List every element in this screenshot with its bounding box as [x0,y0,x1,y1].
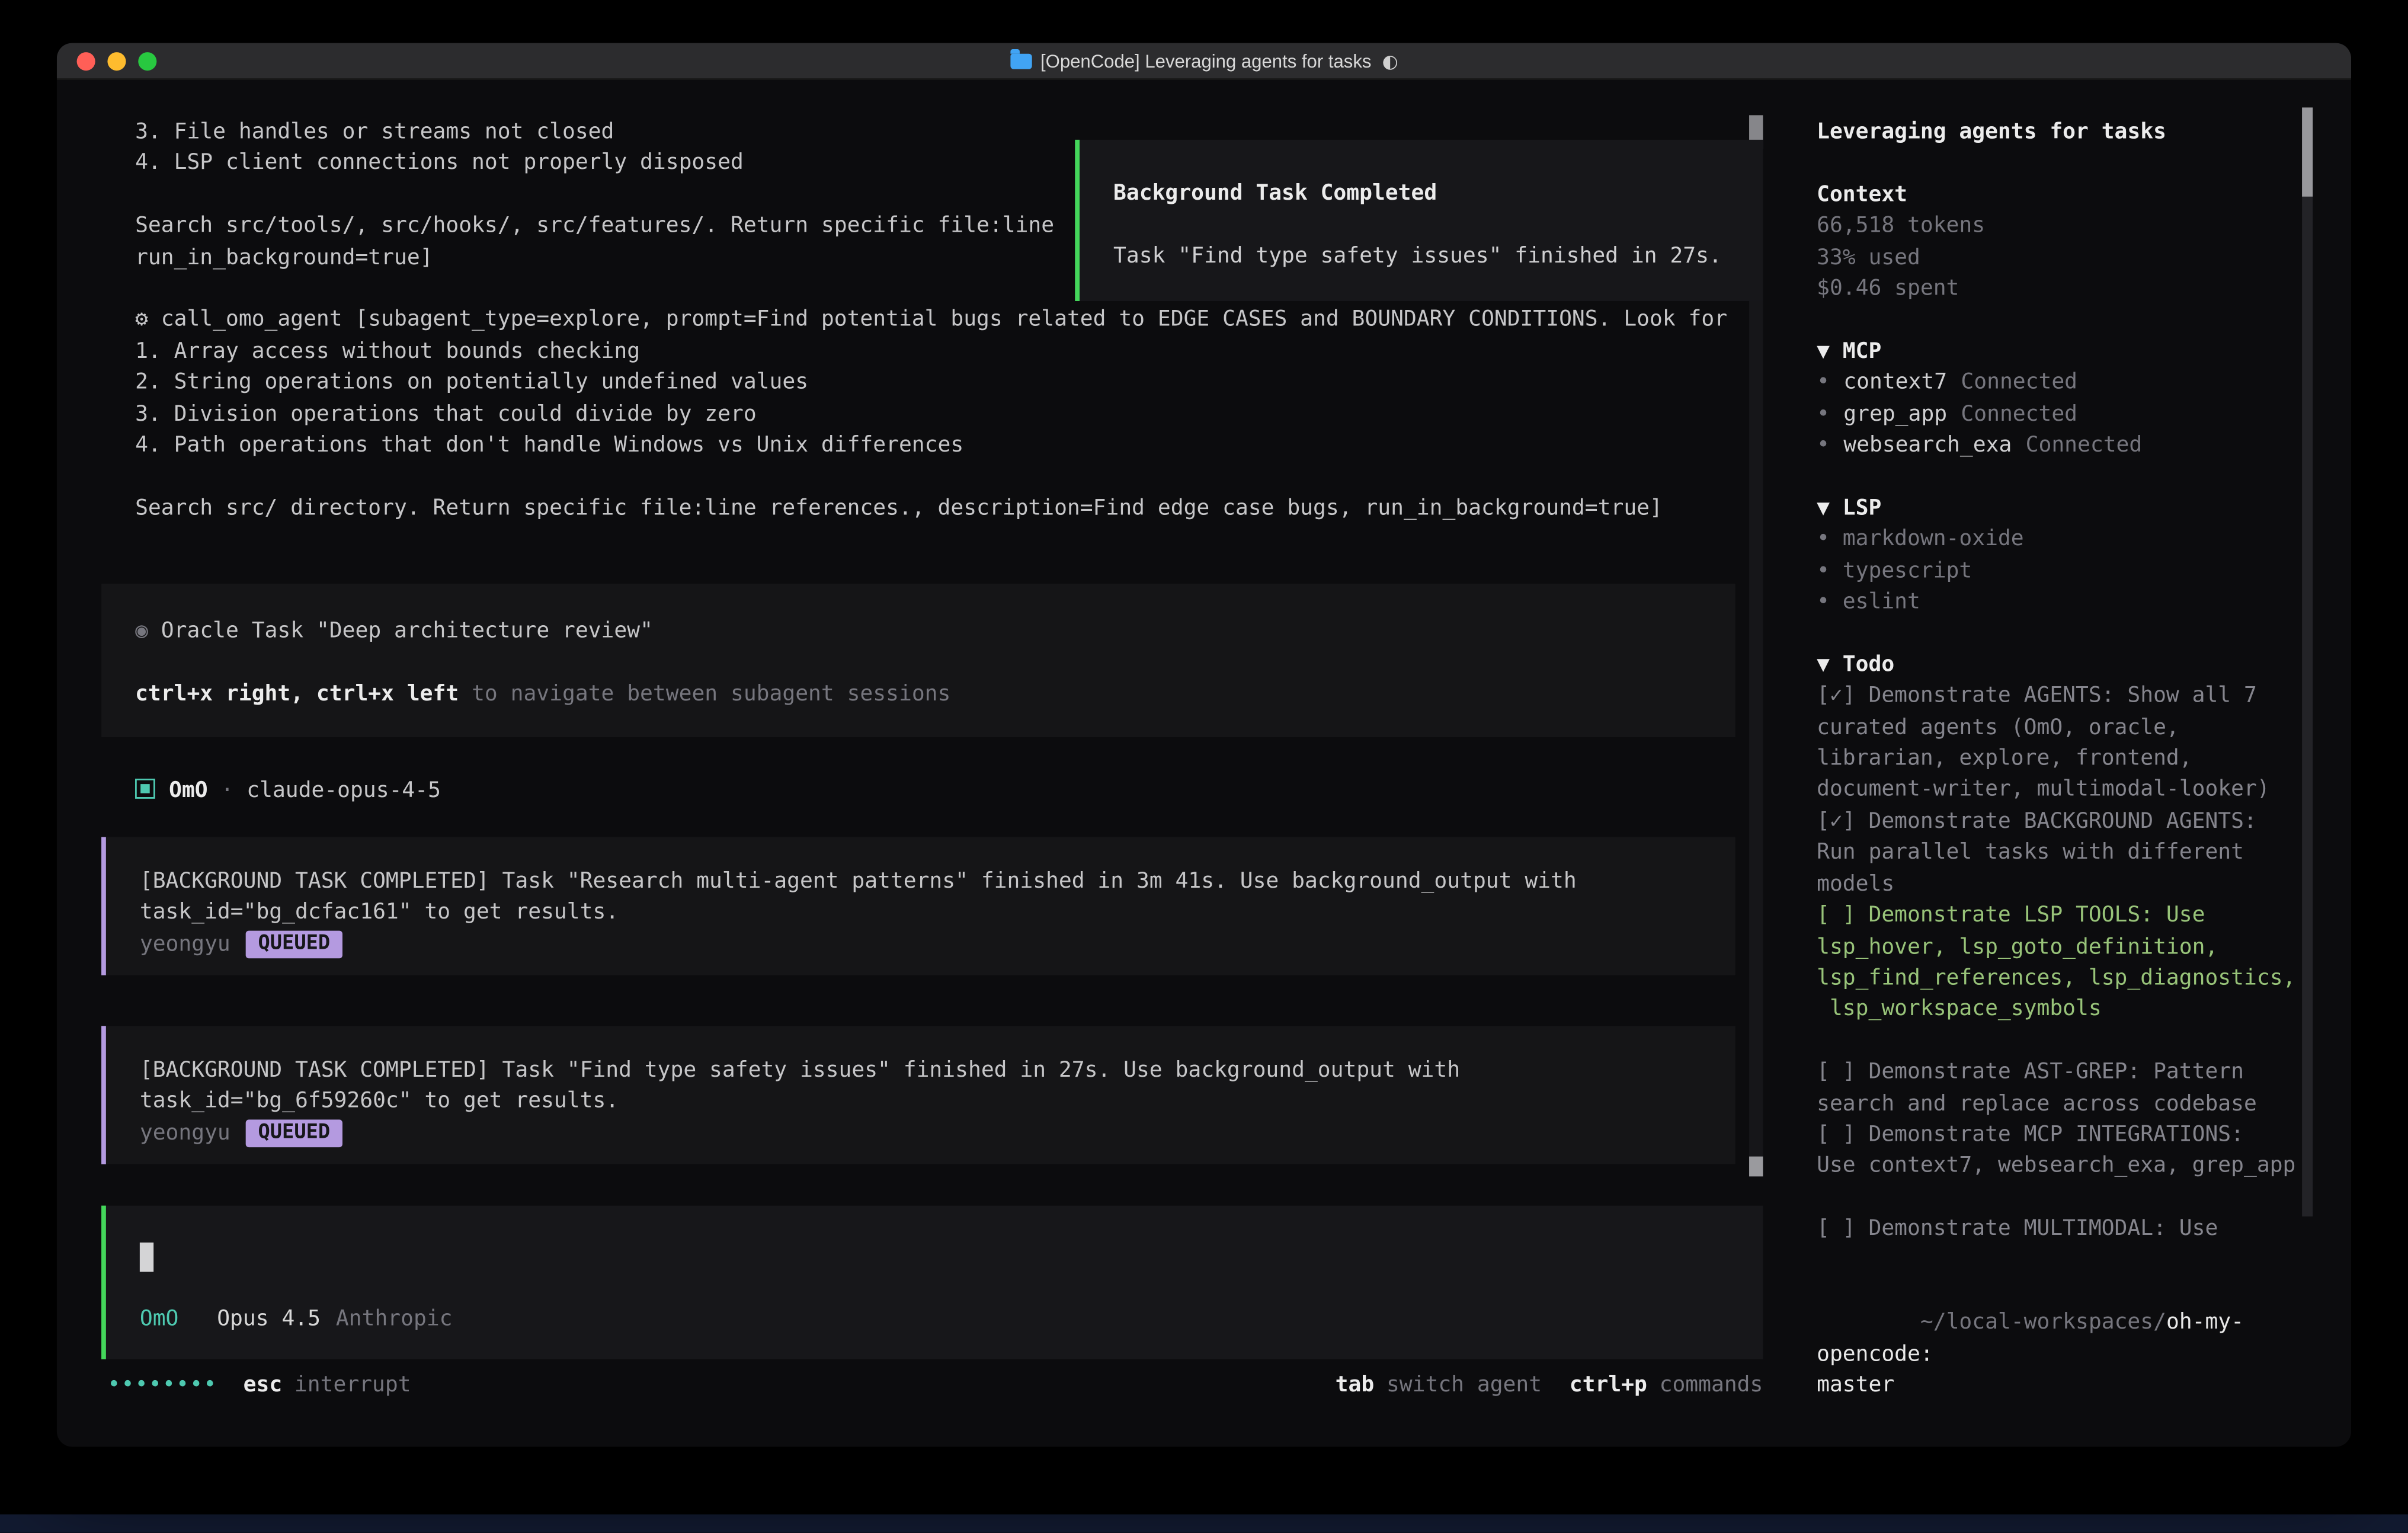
todo-item-done: [✓] Demonstrate AGENTS: Show all 7 curat… [1817,681,2311,806]
prompt-input[interactable]: OmO Opus 4.5 Anthropic [101,1206,1763,1359]
status-bar: •••••••• esc interrupt tab switch agent … [107,1370,1763,1401]
todo-section-heading[interactable]: ▼ Todo [1817,649,2311,681]
spinner-icon: ◐ [1382,46,1398,77]
scrollbar-bottom-thumb[interactable] [1749,1157,1763,1177]
agent-name: OmO [169,779,208,803]
tab-key-hint: tab [1336,1370,1375,1401]
workspace-path: ~/local-workspaces/oh-my-opencode: maste… [1817,1276,2311,1433]
sidebar-scrollbar[interactable] [2302,107,2313,1216]
mcp-item: • grep_app Connected [1817,399,2311,430]
folder-icon [1010,54,1031,69]
sidebar-scrollbar-thumb[interactable] [2302,107,2313,196]
toast-body: Task "Find type safety issues" finished … [1113,241,1763,272]
sidebar: Leveraging agents for tasks Context 66,5… [1817,117,2311,1446]
input-footer: OmO Opus 4.5 Anthropic [140,1304,453,1335]
window-title-wrap: [OpenCode] Leveraging agents for tasks ◐ [57,43,2351,80]
esc-key-label: interrupt [294,1370,411,1401]
background-task-toast: Background Task Completed Task "Find typ… [1075,140,1763,301]
bullet-icon: • [1817,433,1830,457]
desktop-bottom-strip [0,1515,2408,1533]
terminal-window: [OpenCode] Leveraging agents for tasks ◐… [57,43,2351,1447]
oracle-nav-hint: ctrl+x right, ctrl+x left to navigate be… [135,679,1735,710]
message-card: [BACKGROUND TASK COMPLETED] Task "Find t… [101,1026,1735,1164]
todo-item-pending: [ ] Demonstrate AST-GREP: Pattern search… [1817,1057,2311,1119]
todo-item-done: [✓] Demonstrate BACKGROUND AGENTS: Run p… [1817,806,2311,900]
mcp-section-heading[interactable]: ▼ MCP [1817,336,2311,367]
input-model-label: Opus 4.5 [217,1307,321,1332]
zoom-button[interactable] [138,52,156,71]
todo-item-active: [ ] Demonstrate LSP TOOLS: Use lsp_hover… [1817,900,2311,1026]
lsp-item: • markdown-oxide [1817,524,2311,555]
hint-text: to navigate between subagent sessions [459,681,950,706]
mcp-item: • websearch_exa Connected [1817,430,2311,462]
tab-key-label: switch agent [1386,1370,1542,1401]
bullet-icon: • [1817,402,1830,426]
input-agent-label: OmO [140,1307,179,1332]
titlebar: [OpenCode] Leveraging agents for tasks ◐ [57,43,2351,80]
lsp-item: • eslint [1817,587,2311,618]
message-meta: yeongyu QUEUED [140,1118,1735,1149]
statusbar-right: tab switch agent ctrl+p commands [1336,1370,1763,1401]
message-card: [BACKGROUND TASK COMPLETED] Task "Resear… [101,837,1735,975]
mcp-name: context7 [1843,370,1947,395]
record-icon: ◉ [135,619,148,643]
mcp-item: • context7 Connected [1817,367,2311,399]
message-meta: yeongyu QUEUED [140,929,1735,961]
separator-dot: · [221,779,234,803]
lsp-section-heading[interactable]: ▼ LSP [1817,493,2311,524]
queued-badge: QUEUED [246,1119,342,1147]
hint-keys: ctrl+x right, ctrl+x left [135,681,459,706]
text-cursor [140,1243,153,1272]
omo-agent-icon [135,779,155,799]
queued-badge: QUEUED [246,930,342,958]
oracle-task-title-row: ◉ Oracle Task "Deep architecture review" [135,616,1735,647]
todo-item-pending: [ ] Demonstrate MCP INTEGRATIONS: Use co… [1817,1119,2311,1182]
mcp-name: websearch_exa [1843,433,2012,457]
progress-dots: •••••••• [107,1370,217,1401]
context-stats: 66,518 tokens 33% used $0.46 spent [1817,211,2311,305]
mcp-status: Connected [1961,402,2077,426]
commands-key-hint: ctrl+p [1570,1370,1647,1401]
lsp-item: • typescript [1817,555,2311,587]
window-title: [OpenCode] Leveraging agents for tasks [1040,46,1371,77]
message-text: [BACKGROUND TASK COMPLETED] Task "Find t… [140,1055,1735,1118]
input-provider-label: Anthropic [336,1307,453,1332]
minimize-button[interactable] [107,52,126,71]
mcp-status: Connected [1961,370,2077,395]
workspace-path-prefix: ~/local-workspaces/ [1920,1311,2166,1335]
toast-title: Background Task Completed [1113,178,1763,210]
agent-model: claude-opus-4-5 [246,779,441,803]
bullet-icon: • [1817,370,1830,395]
mcp-name: grep_app [1843,402,1947,426]
oracle-task-title: Oracle Task "Deep architecture review" [148,619,653,643]
message-author: yeongyu [140,1121,230,1145]
traffic-lights [77,52,157,71]
desktop: [OpenCode] Leveraging agents for tasks ◐… [0,0,2408,1533]
mcp-status: Connected [2026,433,2143,457]
esc-key-hint: esc [244,1370,283,1401]
commands-key-label: commands [1660,1370,1763,1401]
context-heading: Context [1817,180,2311,211]
close-button[interactable] [77,52,95,71]
oracle-task-panel: ◉ Oracle Task "Deep architecture review"… [101,584,1735,737]
todo-item-pending: [ ] Demonstrate MULTIMODAL: Use [1817,1214,2311,1245]
agent-session-header: OmO · claude-opus-4-5 [135,776,441,807]
message-text: [BACKGROUND TASK COMPLETED] Task "Resear… [140,866,1735,929]
message-author: yeongyu [140,932,230,956]
sidebar-title: Leveraging agents for tasks [1817,117,2311,148]
